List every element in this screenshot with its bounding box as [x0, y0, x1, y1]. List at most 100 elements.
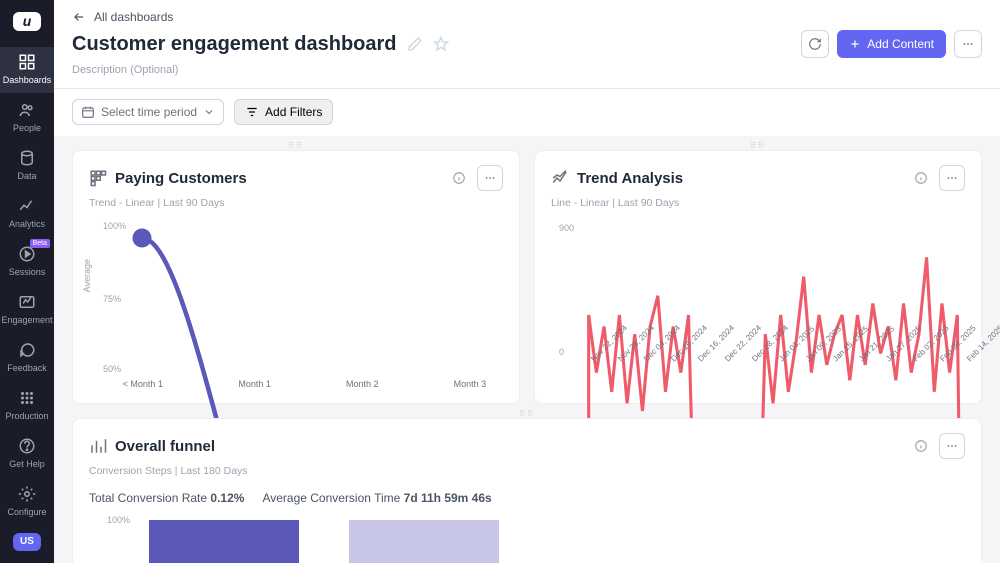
- sidebar-item-label: Analytics: [9, 219, 45, 229]
- back-link[interactable]: All dashboards: [72, 10, 982, 24]
- card-title: Trend Analysis: [577, 170, 683, 187]
- add-filters-label: Add Filters: [265, 105, 322, 119]
- main: All dashboards Customer engagement dashb…: [54, 0, 1000, 563]
- card-paying-customers: ⠿⠿ Paying Customers Trend - Linear | Las…: [72, 150, 520, 404]
- x-tick: Month 1: [238, 379, 271, 389]
- sidebar-item-configure[interactable]: Configure: [0, 479, 54, 525]
- funnel-metrics: Total Conversion Rate 0.12% Average Conv…: [89, 491, 965, 505]
- logo[interactable]: u: [13, 12, 41, 31]
- drag-handle[interactable]: ⠿⠿: [519, 409, 535, 418]
- conv-time-label: Average Conversion Time: [262, 491, 400, 505]
- sidebar-item-label: Sessions: [9, 267, 46, 277]
- sidebar-item-label: Engagement: [1, 315, 52, 325]
- engagement-icon: [18, 293, 36, 311]
- back-arrow-icon: [72, 10, 86, 24]
- help-icon: [18, 437, 36, 455]
- add-filters-button[interactable]: Add Filters: [234, 99, 333, 125]
- sidebar-item-label: Get Help: [9, 459, 45, 469]
- drag-handle[interactable]: ⠿⠿: [288, 141, 304, 150]
- refresh-icon: [808, 37, 822, 51]
- card-title: Overall funnel: [115, 438, 215, 455]
- y-tick: 50%: [103, 364, 121, 374]
- paying-customers-chart: Average 100% 75% 50% < Month 1 Month 1: [89, 219, 503, 389]
- sidebar-item-people[interactable]: People: [0, 95, 54, 141]
- conv-rate-label: Total Conversion Rate: [89, 491, 207, 505]
- sidebar-item-label: Production: [5, 411, 48, 421]
- add-content-label: Add Content: [867, 37, 934, 51]
- plus-icon: [849, 38, 861, 50]
- topbar: All dashboards Customer engagement dashb…: [54, 0, 1000, 89]
- card-trend-analysis: ⠿⠿ Trend Analysis Line - Linear | Last 9…: [534, 150, 982, 404]
- funnel-icon: [89, 437, 107, 455]
- refresh-button[interactable]: [801, 30, 829, 58]
- sidebar-item-production[interactable]: Production: [0, 383, 54, 429]
- card-more-button[interactable]: [477, 165, 503, 191]
- sidebar-item-label: Configure: [7, 507, 46, 517]
- dots-icon: [961, 37, 975, 51]
- cohort-icon: [89, 169, 107, 187]
- y-tick: 75%: [103, 294, 121, 304]
- edit-icon[interactable]: [407, 36, 423, 52]
- back-label: All dashboards: [94, 10, 173, 24]
- sidebar-item-feedback[interactable]: Feedback: [0, 335, 54, 381]
- beta-badge: Beta: [30, 239, 50, 248]
- info-icon[interactable]: [909, 434, 933, 458]
- card-subtitle: Trend - Linear | Last 90 Days: [89, 197, 503, 209]
- y-axis-label: Average: [82, 259, 92, 292]
- x-axis: Nov 22, 2024 Nov 28, 2024 Dec 04, 2024 D…: [581, 355, 965, 389]
- card-more-button[interactable]: [939, 433, 965, 459]
- x-tick: < Month 1: [123, 379, 163, 389]
- sidebar-item-label: Dashboards: [3, 75, 52, 85]
- chevron-down-icon: [203, 106, 215, 118]
- dots-icon: [945, 171, 959, 185]
- conv-rate-value: 0.12%: [210, 491, 244, 505]
- sidebar: u Dashboards People Data Analytics Beta: [0, 0, 54, 563]
- trend-icon: [551, 169, 569, 187]
- sidebar-item-gethelp[interactable]: Get Help: [0, 431, 54, 477]
- sidebar-item-label: Feedback: [7, 363, 47, 373]
- sidebar-item-data[interactable]: Data: [0, 143, 54, 189]
- more-button[interactable]: [954, 30, 982, 58]
- people-icon: [18, 101, 36, 119]
- avatar[interactable]: US: [13, 533, 41, 552]
- add-content-button[interactable]: Add Content: [837, 30, 946, 58]
- calendar-icon: [81, 105, 95, 119]
- funnel-chart: 100% 75%: [89, 515, 965, 563]
- dots-icon: [945, 439, 959, 453]
- page-title: Customer engagement dashboard: [72, 33, 397, 56]
- drag-handle[interactable]: ⠿⠿: [750, 141, 766, 150]
- y-tick: 900: [559, 223, 574, 233]
- trend-chart: 900 0 Nov 22, 2024 Nov 28, 2024 Dec 04, …: [551, 219, 965, 389]
- gear-icon: [18, 485, 36, 503]
- dashboards-icon: [18, 53, 36, 71]
- feedback-icon: [18, 341, 36, 359]
- sidebar-item-label: Data: [17, 171, 36, 181]
- dashboard-canvas: ⠿⠿ Paying Customers Trend - Linear | Las…: [54, 136, 1000, 563]
- data-icon: [18, 149, 36, 167]
- sidebar-item-engagement[interactable]: Engagement: [0, 287, 54, 333]
- sidebar-item-sessions[interactable]: Beta Sessions: [0, 239, 54, 285]
- card-subtitle: Line - Linear | Last 90 Days: [551, 197, 965, 209]
- sidebar-item-analytics[interactable]: Analytics: [0, 191, 54, 237]
- info-icon[interactable]: [909, 166, 933, 190]
- star-icon[interactable]: [433, 36, 449, 52]
- page-description[interactable]: Description (Optional): [72, 64, 982, 76]
- x-tick: Month 2: [346, 379, 379, 389]
- card-subtitle: Conversion Steps | Last 180 Days: [89, 465, 965, 477]
- filter-bar: Select time period Add Filters: [54, 89, 1000, 136]
- funnel-bar-2: [349, 520, 499, 563]
- card-overall-funnel: ⠿⠿ Overall funnel Conversion Steps | Las…: [72, 418, 982, 563]
- y-tick: 100%: [107, 515, 130, 525]
- sidebar-item-dashboards[interactable]: Dashboards: [0, 47, 54, 93]
- info-icon[interactable]: [447, 166, 471, 190]
- card-more-button[interactable]: [939, 165, 965, 191]
- conv-time-value: 7d 11h 59m 46s: [404, 491, 492, 505]
- time-period-select[interactable]: Select time period: [72, 99, 224, 125]
- production-icon: [18, 389, 36, 407]
- analytics-icon: [18, 197, 36, 215]
- time-placeholder: Select time period: [101, 105, 197, 119]
- filter-icon: [245, 105, 259, 119]
- funnel-bar-1: [149, 520, 299, 563]
- dots-icon: [483, 171, 497, 185]
- sidebar-item-label: People: [13, 123, 41, 133]
